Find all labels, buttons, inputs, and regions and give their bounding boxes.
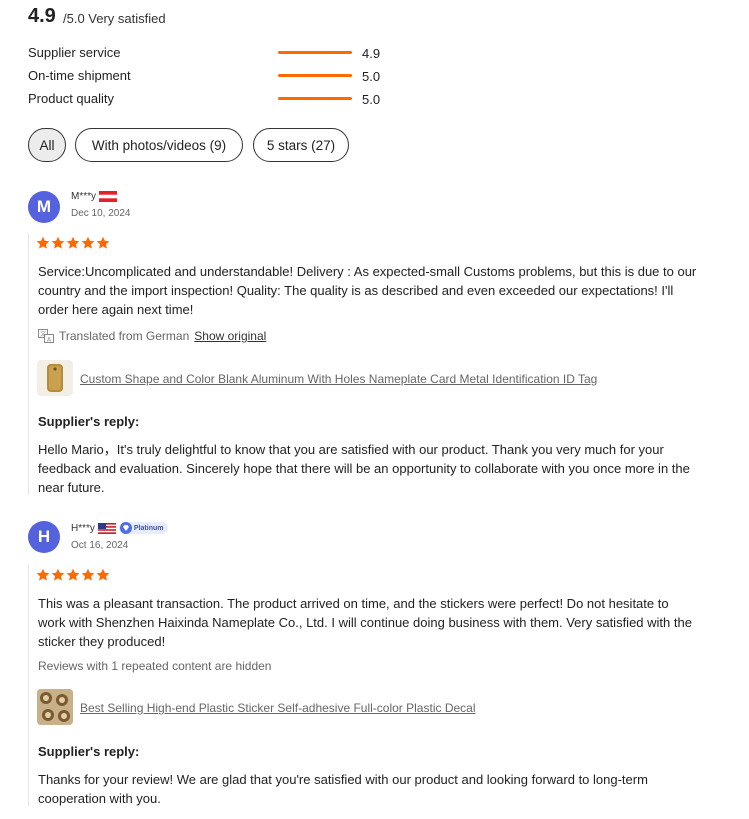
filter-5-stars-chip[interactable]: 5 stars (27) xyxy=(253,128,349,162)
star-icon xyxy=(36,236,50,249)
metric-bar-product-quality xyxy=(278,97,352,100)
hidden-reviews-note: Reviews with 1 repeated content are hidd… xyxy=(38,659,272,673)
metric-label-supplier-service: Supplier service xyxy=(28,45,121,60)
translated-from-label: Translated from German xyxy=(59,329,190,343)
austria-flag-icon xyxy=(99,191,118,202)
metric-label-on-time-shipment: On-time shipment xyxy=(28,68,131,83)
product-thumbnail[interactable] xyxy=(37,689,73,725)
review-text: Service:Uncomplicated and understandable… xyxy=(38,264,697,317)
star-icon xyxy=(81,568,95,581)
platinum-badge-label: Platinum xyxy=(133,524,164,532)
metal-tag-image xyxy=(47,364,63,392)
star-icon xyxy=(96,236,110,249)
supplier-reply-text: Hello Mario，It's truly delightful to kno… xyxy=(38,442,690,495)
review-text: This was a pleasant transaction. The pro… xyxy=(38,596,692,649)
star-icon xyxy=(81,236,95,249)
star-rating xyxy=(36,568,110,582)
metric-label-product-quality: Product quality xyxy=(28,91,114,106)
reviewer-name: H***y xyxy=(71,522,95,534)
star-icon xyxy=(66,236,80,249)
supplier-reply-text: Thanks for your review! We are glad that… xyxy=(38,772,648,806)
review-date: Oct 16, 2024 xyxy=(71,540,129,551)
filter-photos-videos-chip[interactable]: With photos/videos (9) xyxy=(75,128,243,162)
diamond-icon xyxy=(119,522,132,534)
avatar: H xyxy=(28,521,60,553)
review-divider-line xyxy=(28,233,29,495)
supplier-reply-title: Supplier's reply: xyxy=(38,744,140,759)
product-thumbnail[interactable] xyxy=(37,360,73,396)
star-icon xyxy=(96,568,110,581)
sticker-sheet-image xyxy=(37,689,73,725)
svg-text:文: 文 xyxy=(40,330,46,338)
star-icon xyxy=(51,568,65,581)
reviewer-info: M***y xyxy=(71,191,118,202)
reviewer-info: H***y Platinum xyxy=(71,522,169,534)
usa-flag-icon xyxy=(97,522,116,534)
metric-value-supplier-service: 4.9 xyxy=(362,46,381,61)
reviewer-name: M***y xyxy=(71,191,97,202)
overall-score-suffix: /5.0 Very satisfied xyxy=(63,11,166,26)
overall-score: 4.9 xyxy=(28,5,56,27)
star-rating xyxy=(36,236,110,250)
metric-bar-on-time-shipment xyxy=(278,74,352,77)
product-link[interactable]: Best Selling High-end Plastic Sticker Se… xyxy=(80,701,476,715)
star-icon xyxy=(36,568,50,581)
metric-value-on-time-shipment: 5.0 xyxy=(362,69,381,84)
star-icon xyxy=(51,236,65,249)
translate-icon: 文 A xyxy=(38,329,54,343)
show-original-link[interactable]: Show original xyxy=(194,329,266,343)
avatar: M xyxy=(28,191,60,223)
metric-bar-supplier-service xyxy=(278,51,352,54)
star-icon xyxy=(66,568,80,581)
review-divider-line xyxy=(28,565,29,806)
metric-value-product-quality: 5.0 xyxy=(362,92,381,107)
review-date: Dec 10, 2024 xyxy=(71,208,131,219)
translation-note: 文 A Translated from German Show original xyxy=(38,329,266,343)
supplier-reply-title: Supplier's reply: xyxy=(38,414,140,429)
platinum-badge: Platinum xyxy=(118,522,169,534)
filter-all-chip[interactable]: All xyxy=(28,128,66,162)
product-link[interactable]: Custom Shape and Color Blank Aluminum Wi… xyxy=(80,372,597,386)
